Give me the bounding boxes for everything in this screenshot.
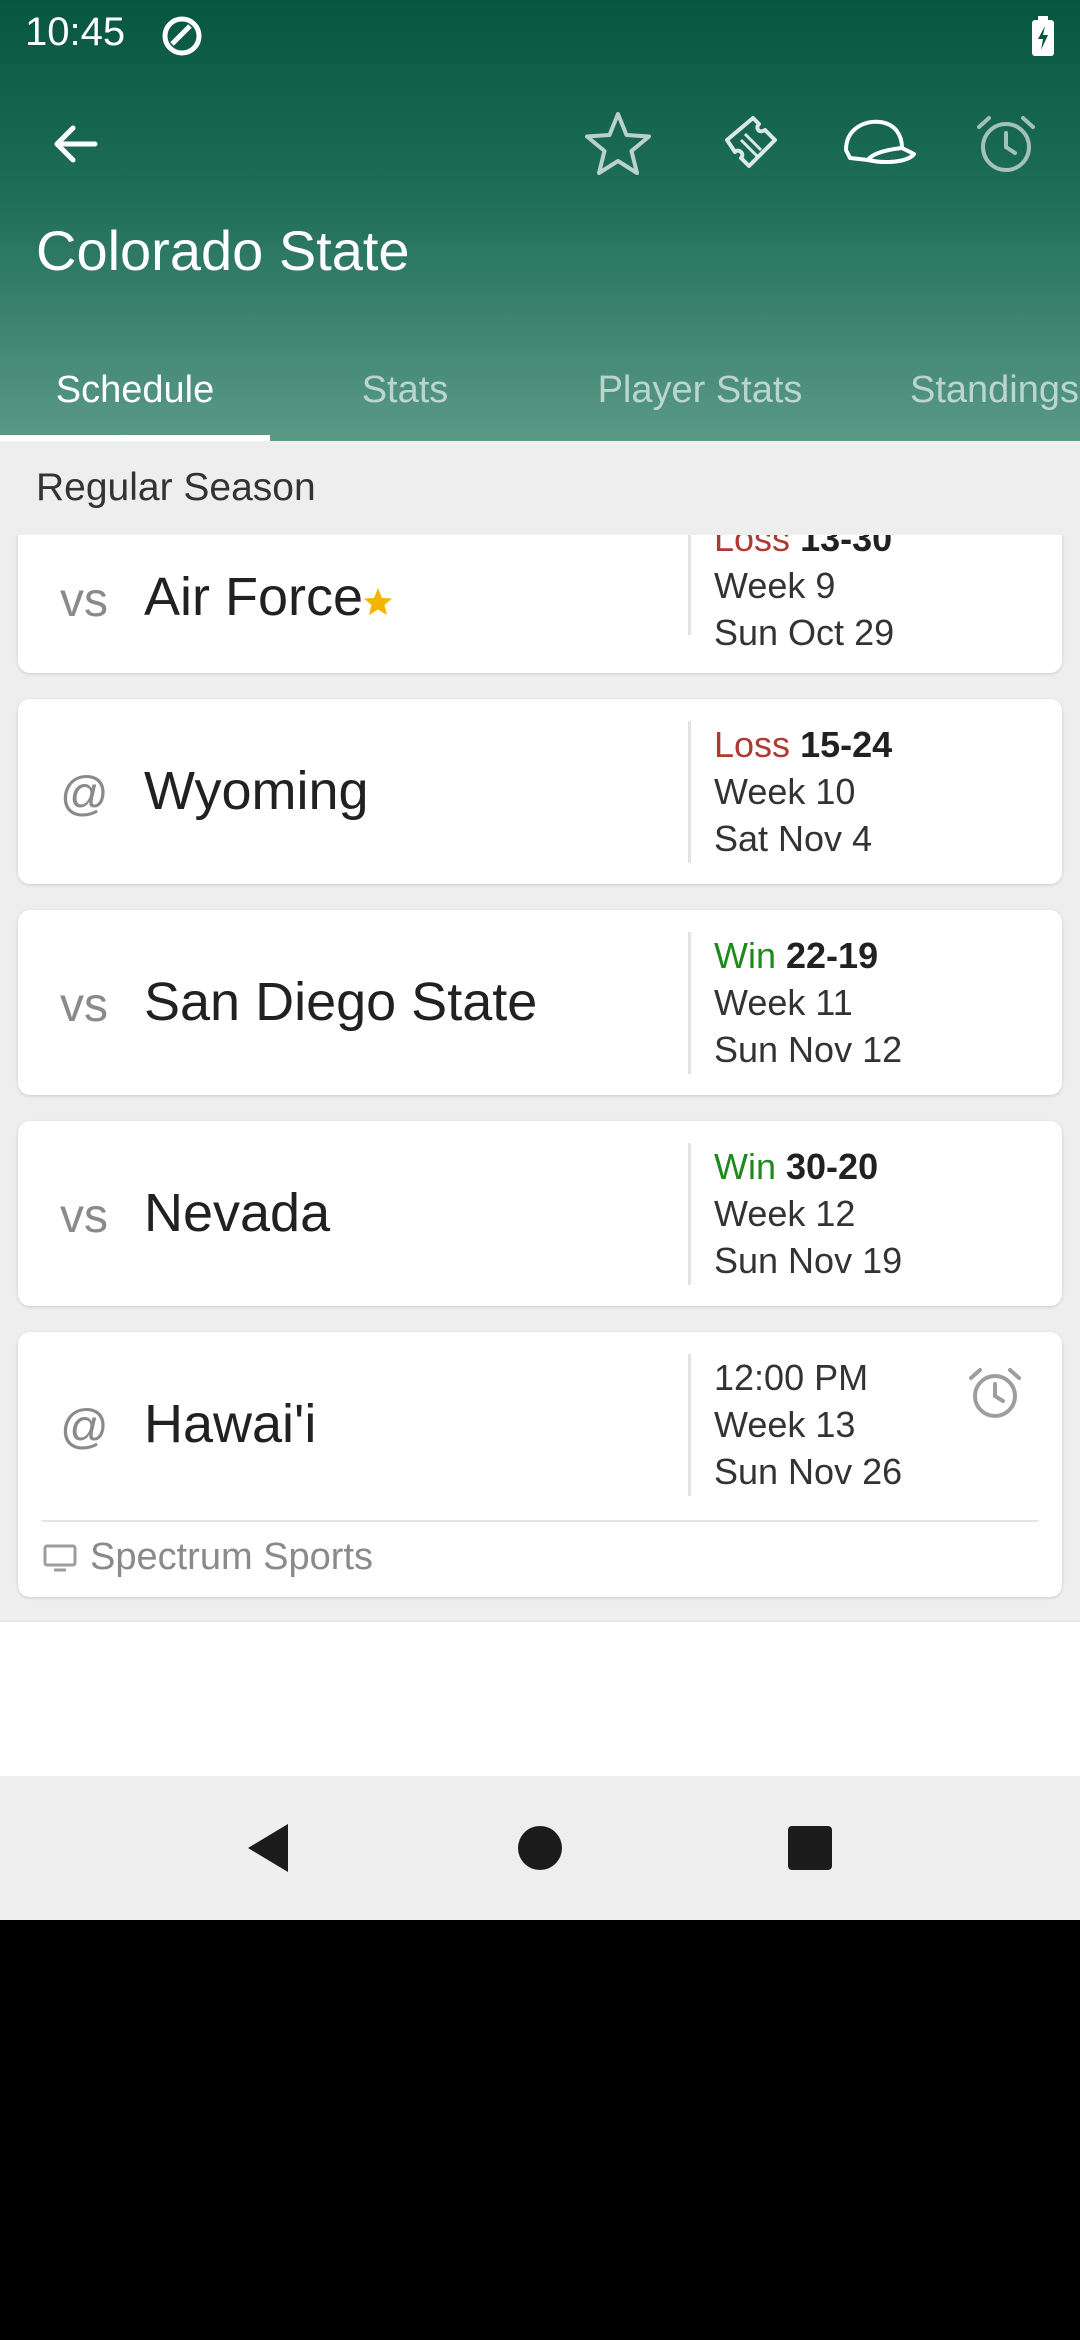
week-label: Week 12: [714, 1193, 856, 1234]
location-label: @: [60, 768, 109, 821]
favorite-star-icon: [364, 588, 392, 615]
card-separator: [42, 1520, 1038, 1522]
game-info: Win 22-19 Week 11 Sun Nov 12: [714, 932, 902, 1073]
tab-bar: Schedule Stats Player Stats Standings: [0, 340, 1080, 441]
tv-icon: [43, 1544, 77, 1572]
kickoff-time: 12:00 PM: [714, 1357, 869, 1398]
score: 30-20: [786, 1146, 879, 1187]
nav-recents-icon: [788, 1826, 832, 1870]
location-label: vs: [60, 1190, 108, 1243]
screen: 10:45 Colorado State Schedule Stats Play…: [0, 0, 1080, 1920]
card-divider: [688, 721, 691, 863]
card-divider: [688, 932, 691, 1074]
cap-icon: [844, 119, 916, 164]
team-cap-button[interactable]: [838, 104, 918, 184]
result-label: Loss: [714, 535, 791, 559]
section-header: Regular Season: [36, 466, 316, 509]
result-label: Win: [714, 1146, 776, 1187]
week-label: Week 10: [714, 771, 856, 812]
battery-charging-icon: [1032, 16, 1054, 56]
tickets-icon: [725, 116, 777, 168]
next-section-preview: [0, 1620, 1080, 1776]
game-card[interactable]: @ Hawai'i 12:00 PM Week 13 Sun Nov 26 Sp…: [18, 1332, 1062, 1597]
page-title: Colorado State: [36, 219, 410, 282]
nav-recents-button[interactable]: [774, 1812, 846, 1884]
set-alarm-icon[interactable]: [966, 1364, 1024, 1422]
score: 22-19: [786, 935, 879, 976]
card-divider: [688, 1143, 691, 1285]
tab-standings[interactable]: Standings: [860, 340, 1080, 441]
date-label: Sat Nov 4: [714, 818, 873, 859]
location-label: @: [60, 1401, 109, 1454]
opponent-name: San Diego State: [144, 972, 538, 1032]
result-label: Loss: [714, 724, 791, 765]
score: 15-24: [800, 724, 893, 765]
week-label: Week 11: [714, 982, 853, 1023]
next-section-label-clipped: [60, 1692, 460, 1732]
tab-stats[interactable]: Stats: [270, 340, 540, 441]
nav-back-button[interactable]: [232, 1812, 304, 1884]
alarm-clock-icon: [977, 116, 1035, 172]
back-button[interactable]: [35, 104, 115, 184]
star-outline-icon: [585, 112, 651, 175]
tab-schedule[interactable]: Schedule: [0, 340, 270, 441]
result-label: Win: [714, 935, 776, 976]
tab-player-stats[interactable]: Player Stats: [540, 340, 860, 441]
opponent-name: Nevada: [144, 1183, 331, 1243]
system-navigation-bar: [0, 1776, 1080, 1920]
location-label: vs: [60, 979, 108, 1032]
favorite-button[interactable]: [578, 104, 658, 184]
date-label: Sun Oct 29: [714, 612, 895, 653]
tickets-button[interactable]: [711, 104, 791, 184]
active-tab-indicator: [0, 435, 270, 441]
week-label: Week 13: [714, 1404, 856, 1445]
alarm-button[interactable]: [966, 104, 1046, 184]
game-card[interactable]: vs San Diego State Win 22-19 Week 11 Sun…: [18, 910, 1062, 1095]
game-card[interactable]: vs Air Force Loss 13-30 Week 9 Sun Oct 2…: [18, 535, 1062, 673]
game-info: Win 30-20 Week 12 Sun Nov 19: [714, 1143, 902, 1284]
game-card[interactable]: @ Wyoming Loss 15-24 Week 10 Sat Nov 4: [18, 699, 1062, 884]
status-time: 10:45: [25, 10, 126, 54]
game-info: 12:00 PM Week 13 Sun Nov 26: [714, 1354, 902, 1495]
game-info: Loss 15-24 Week 10 Sat Nov 4: [714, 721, 892, 862]
card-divider: [688, 1354, 691, 1496]
nav-home-icon: [518, 1826, 562, 1870]
status-bar: 10:45: [0, 0, 1080, 72]
opponent-name: Air Force: [144, 567, 364, 627]
opponent-name: Hawai'i: [144, 1394, 317, 1454]
schedule-list[interactable]: vs Air Force Loss 13-30 Week 9 Sun Oct 2…: [0, 535, 1080, 1605]
app-notification-icon: [162, 16, 202, 56]
date-label: Sun Nov 26: [714, 1451, 903, 1492]
back-arrow-icon: [54, 125, 98, 163]
game-card[interactable]: vs Nevada Win 30-20 Week 12 Sun Nov 19: [18, 1121, 1062, 1306]
nav-home-button[interactable]: [504, 1812, 576, 1884]
app-header: 10:45 Colorado State Schedule Stats Play…: [0, 0, 1080, 441]
date-label: Sun Nov 19: [714, 1240, 903, 1281]
opponent-name: Wyoming: [144, 761, 369, 821]
game-info: Loss 13-30 Week 9 Sun Oct 29: [714, 535, 894, 656]
nav-back-icon: [248, 1824, 288, 1872]
date-label: Sun Nov 12: [714, 1029, 903, 1070]
score: 13-30: [800, 535, 893, 559]
location-label: vs: [60, 574, 108, 627]
broadcast-network: Spectrum Sports: [90, 1536, 373, 1578]
card-divider: [688, 535, 691, 635]
week-label: Week 9: [714, 565, 836, 606]
